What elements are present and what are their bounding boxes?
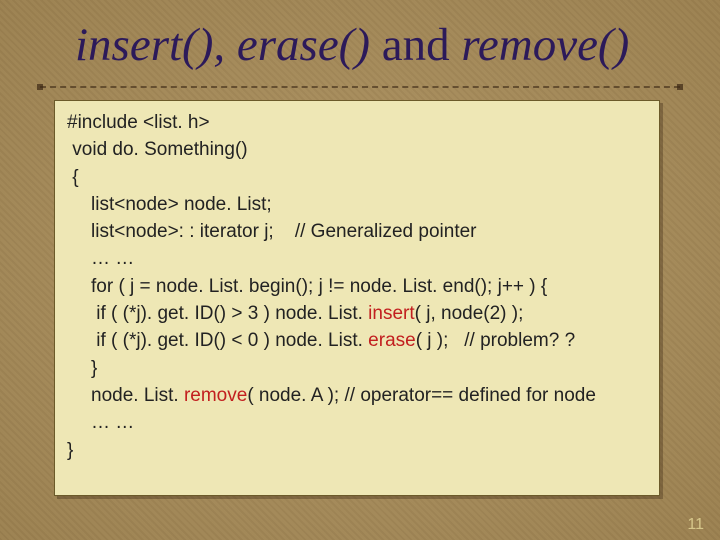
slide-title: insert(), erase() and remove() bbox=[75, 18, 680, 72]
code-line: for ( j = node. List. begin(); j != node… bbox=[67, 273, 647, 300]
code-line: list<node>: : iterator j; // Generalized… bbox=[67, 218, 647, 245]
code-text: node. List. bbox=[91, 385, 184, 406]
code-line: list<node> node. List; bbox=[67, 191, 647, 218]
code-line: node. List. remove( node. A ); // operat… bbox=[67, 382, 647, 409]
page-number: 11 bbox=[687, 516, 704, 534]
title-and: and bbox=[370, 19, 461, 71]
keyword-insert: insert bbox=[368, 303, 414, 324]
code-line: … … bbox=[67, 409, 647, 436]
code-text: ( j, node(2) ); bbox=[415, 303, 524, 324]
code-text: ( j ); // problem? ? bbox=[416, 330, 575, 351]
code-line: } bbox=[67, 437, 647, 464]
code-line: void do. Something() bbox=[67, 136, 647, 163]
code-line: { bbox=[67, 164, 647, 191]
code-text: if ( (*j). get. ID() > 3 ) node. List. bbox=[91, 303, 368, 324]
code-line: if ( (*j). get. ID() < 0 ) node. List. e… bbox=[67, 327, 647, 354]
title-divider bbox=[40, 86, 680, 88]
code-text: list<node>: : iterator j; bbox=[91, 221, 274, 242]
keyword-remove: remove bbox=[184, 385, 247, 406]
code-comment: // Generalized pointer bbox=[274, 221, 477, 242]
title-part-erase: erase() bbox=[237, 19, 370, 71]
code-line: #include <list. h> bbox=[67, 109, 647, 136]
title-part-insert: insert() bbox=[75, 19, 213, 71]
code-line: } bbox=[67, 355, 647, 382]
code-line: if ( (*j). get. ID() > 3 ) node. List. i… bbox=[67, 300, 647, 327]
title-comma: , bbox=[213, 19, 237, 71]
code-text: if ( (*j). get. ID() < 0 ) node. List. bbox=[91, 330, 368, 351]
code-line: … … bbox=[67, 245, 647, 272]
keyword-erase: erase bbox=[368, 330, 416, 351]
title-part-remove: remove() bbox=[461, 19, 629, 71]
code-text: ( node. A ); // operator== defined for n… bbox=[247, 385, 596, 406]
code-block: #include <list. h> void do. Something() … bbox=[54, 100, 660, 496]
